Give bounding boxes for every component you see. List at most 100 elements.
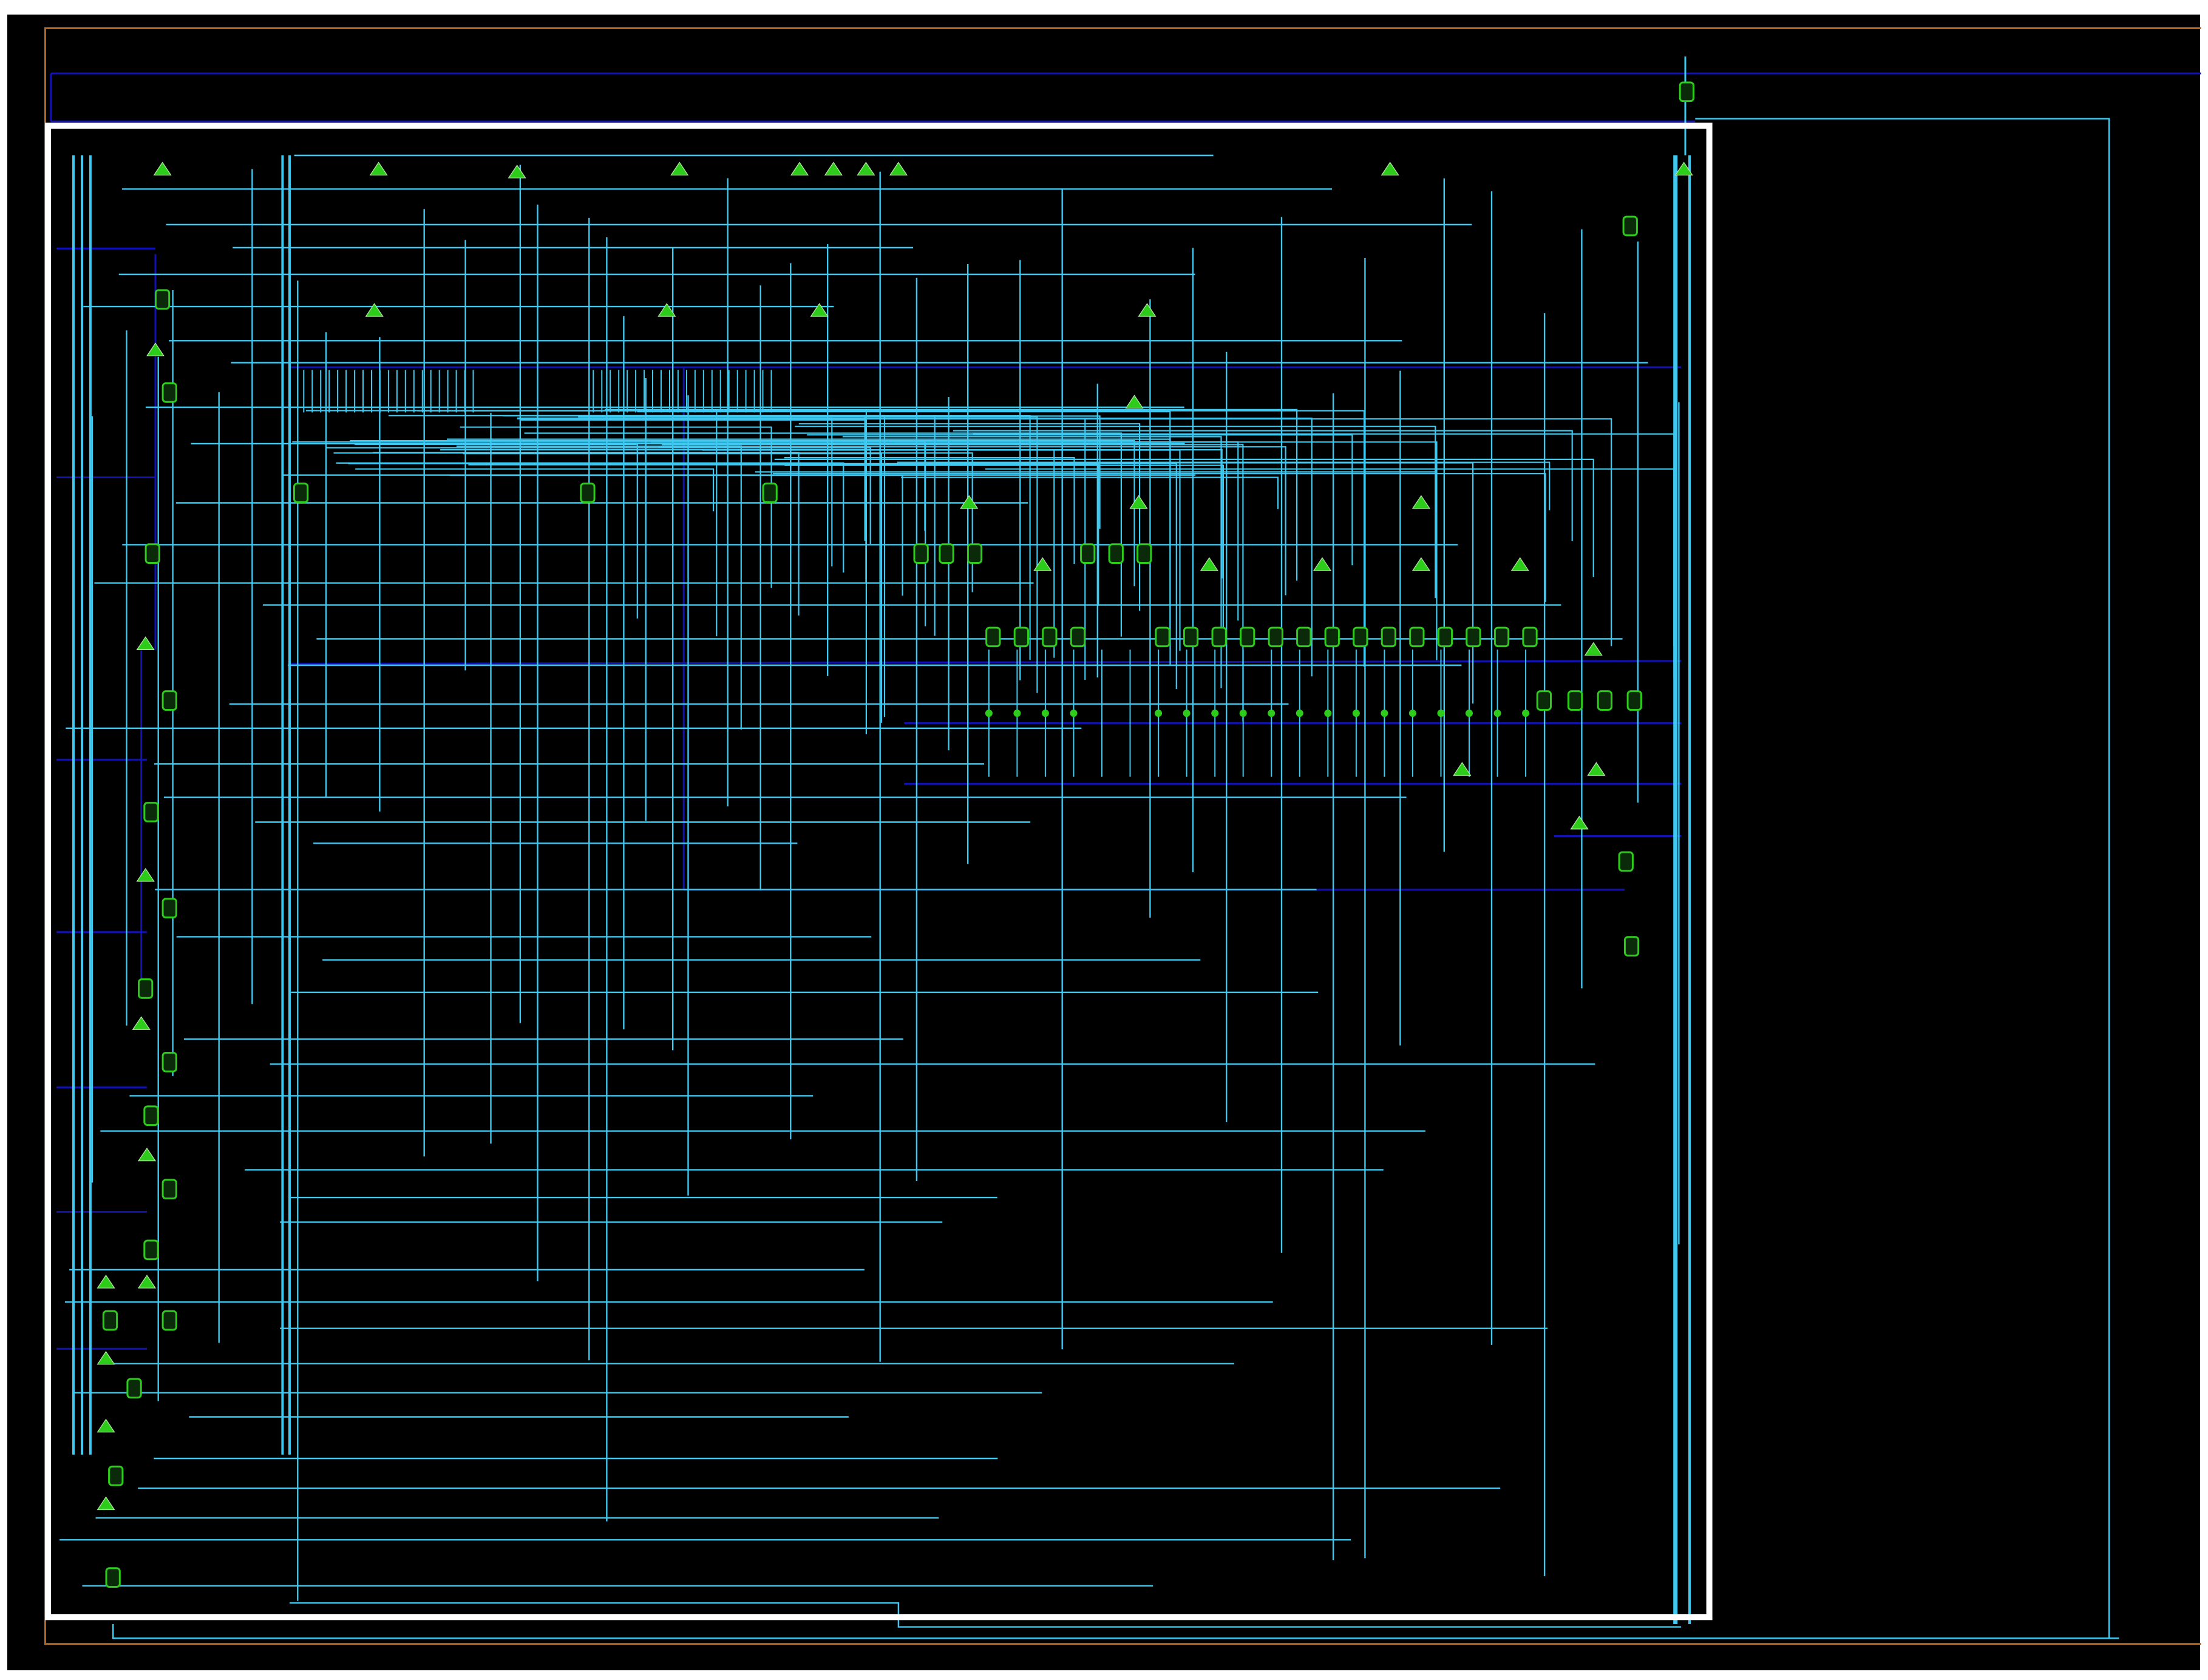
logic-cell <box>1597 690 1612 711</box>
gate-glyph <box>1453 762 1472 776</box>
signal-wire <box>973 433 1675 648</box>
logic-cell <box>1155 626 1170 648</box>
logic-cell <box>580 483 596 503</box>
logic-cell <box>1536 690 1552 711</box>
gate-glyph <box>97 1275 115 1289</box>
pin-dot <box>1522 710 1530 717</box>
logic-cell <box>1324 626 1340 648</box>
gate-glyph <box>1200 557 1218 571</box>
pin-dot <box>1408 710 1416 717</box>
logic-cell <box>138 978 154 999</box>
logic-cell <box>1183 626 1199 648</box>
gate-glyph <box>889 161 908 176</box>
gate-glyph <box>960 495 979 509</box>
gate-glyph <box>1584 642 1603 656</box>
pin-dot <box>1493 710 1501 717</box>
logic-cell <box>1136 543 1152 564</box>
logic-cell <box>102 1310 118 1331</box>
pin-dot <box>1324 710 1332 717</box>
logic-cell <box>1622 215 1638 237</box>
signal-wire <box>449 474 903 596</box>
pin-dot <box>1239 710 1247 717</box>
gate-glyph <box>1510 557 1529 571</box>
signal-wire <box>562 418 1313 677</box>
logic-cell <box>1042 626 1058 648</box>
gate-glyph <box>369 161 388 176</box>
logic-cell <box>161 690 177 711</box>
pin-dot <box>1381 710 1388 717</box>
logic-cell <box>1626 690 1642 711</box>
logic-cell <box>108 1465 124 1486</box>
signal-wire <box>373 452 800 616</box>
signal-wire <box>1695 118 2110 1639</box>
logic-cell <box>161 1179 177 1200</box>
logic-cell <box>161 382 177 403</box>
logic-cell <box>1080 543 1096 564</box>
gate-glyph <box>136 636 155 651</box>
gate-glyph <box>810 303 829 317</box>
pin-dot <box>1268 710 1276 717</box>
pin-dot <box>1183 710 1191 717</box>
logic-cell <box>143 802 159 822</box>
signal-wire <box>355 443 638 619</box>
signal-wire <box>460 426 772 588</box>
logic-cell <box>1381 626 1396 648</box>
signal-wires <box>59 56 2119 1639</box>
logic-cell <box>1296 626 1312 648</box>
logic-cell <box>154 289 171 310</box>
gate-glyph <box>1129 495 1148 509</box>
signal-wire <box>336 462 844 573</box>
gate-glyph <box>146 342 165 357</box>
logic-cell <box>1353 626 1368 648</box>
gate-glyph <box>508 164 526 178</box>
logic-cell <box>1108 543 1124 564</box>
gate-glyph <box>824 161 843 176</box>
gate-glyph <box>1313 557 1332 571</box>
pin-dot <box>1296 710 1303 717</box>
logic-cell <box>126 1378 142 1399</box>
gate-glyph <box>1587 762 1606 776</box>
pin-dot <box>1070 710 1078 717</box>
outer-border <box>44 27 2201 1645</box>
gate-glyph <box>97 1496 115 1511</box>
logic-cell <box>762 483 778 503</box>
gate-glyph <box>790 161 809 176</box>
signal-wire <box>795 425 1436 598</box>
gate-glyph <box>1570 815 1589 830</box>
pin-dot <box>1211 710 1219 717</box>
logic-cell <box>105 1567 121 1588</box>
logic-cell <box>161 1052 177 1072</box>
logic-cell <box>1211 626 1227 648</box>
gate-glyph <box>137 1147 157 1162</box>
signal-wire <box>505 442 926 626</box>
pin-dot <box>985 710 993 717</box>
gate-glyph <box>365 303 384 317</box>
logic-cell <box>1493 626 1510 648</box>
schematic-view[interactable] <box>0 0 2208 1680</box>
signal-wire <box>635 415 936 636</box>
pin-dot <box>1013 710 1021 717</box>
gate-glyph <box>97 1418 115 1433</box>
logic-cell <box>1070 626 1086 648</box>
logic-cell <box>1466 626 1481 648</box>
logic-cell <box>913 543 929 564</box>
logic-cell <box>966 543 983 564</box>
logic-cell <box>143 1239 159 1261</box>
logic-cell <box>161 1310 177 1331</box>
gate-glyph <box>97 1350 115 1365</box>
pin-dot <box>1437 710 1445 717</box>
signal-wire <box>389 415 886 717</box>
gate-glyph <box>1138 303 1157 317</box>
logic-cell <box>1679 81 1694 103</box>
logic-cell <box>1409 626 1425 648</box>
logic-cell <box>1437 626 1453 648</box>
signal-wire <box>807 434 1353 566</box>
logic-cell <box>1618 851 1634 872</box>
signal-wire <box>468 464 1099 606</box>
pin-dot <box>1041 710 1049 717</box>
signal-wire <box>440 449 1055 658</box>
logic-cell <box>985 626 1001 648</box>
gate-glyph <box>1381 161 1399 176</box>
logic-cell <box>161 898 177 919</box>
gate-glyph <box>1125 395 1144 409</box>
